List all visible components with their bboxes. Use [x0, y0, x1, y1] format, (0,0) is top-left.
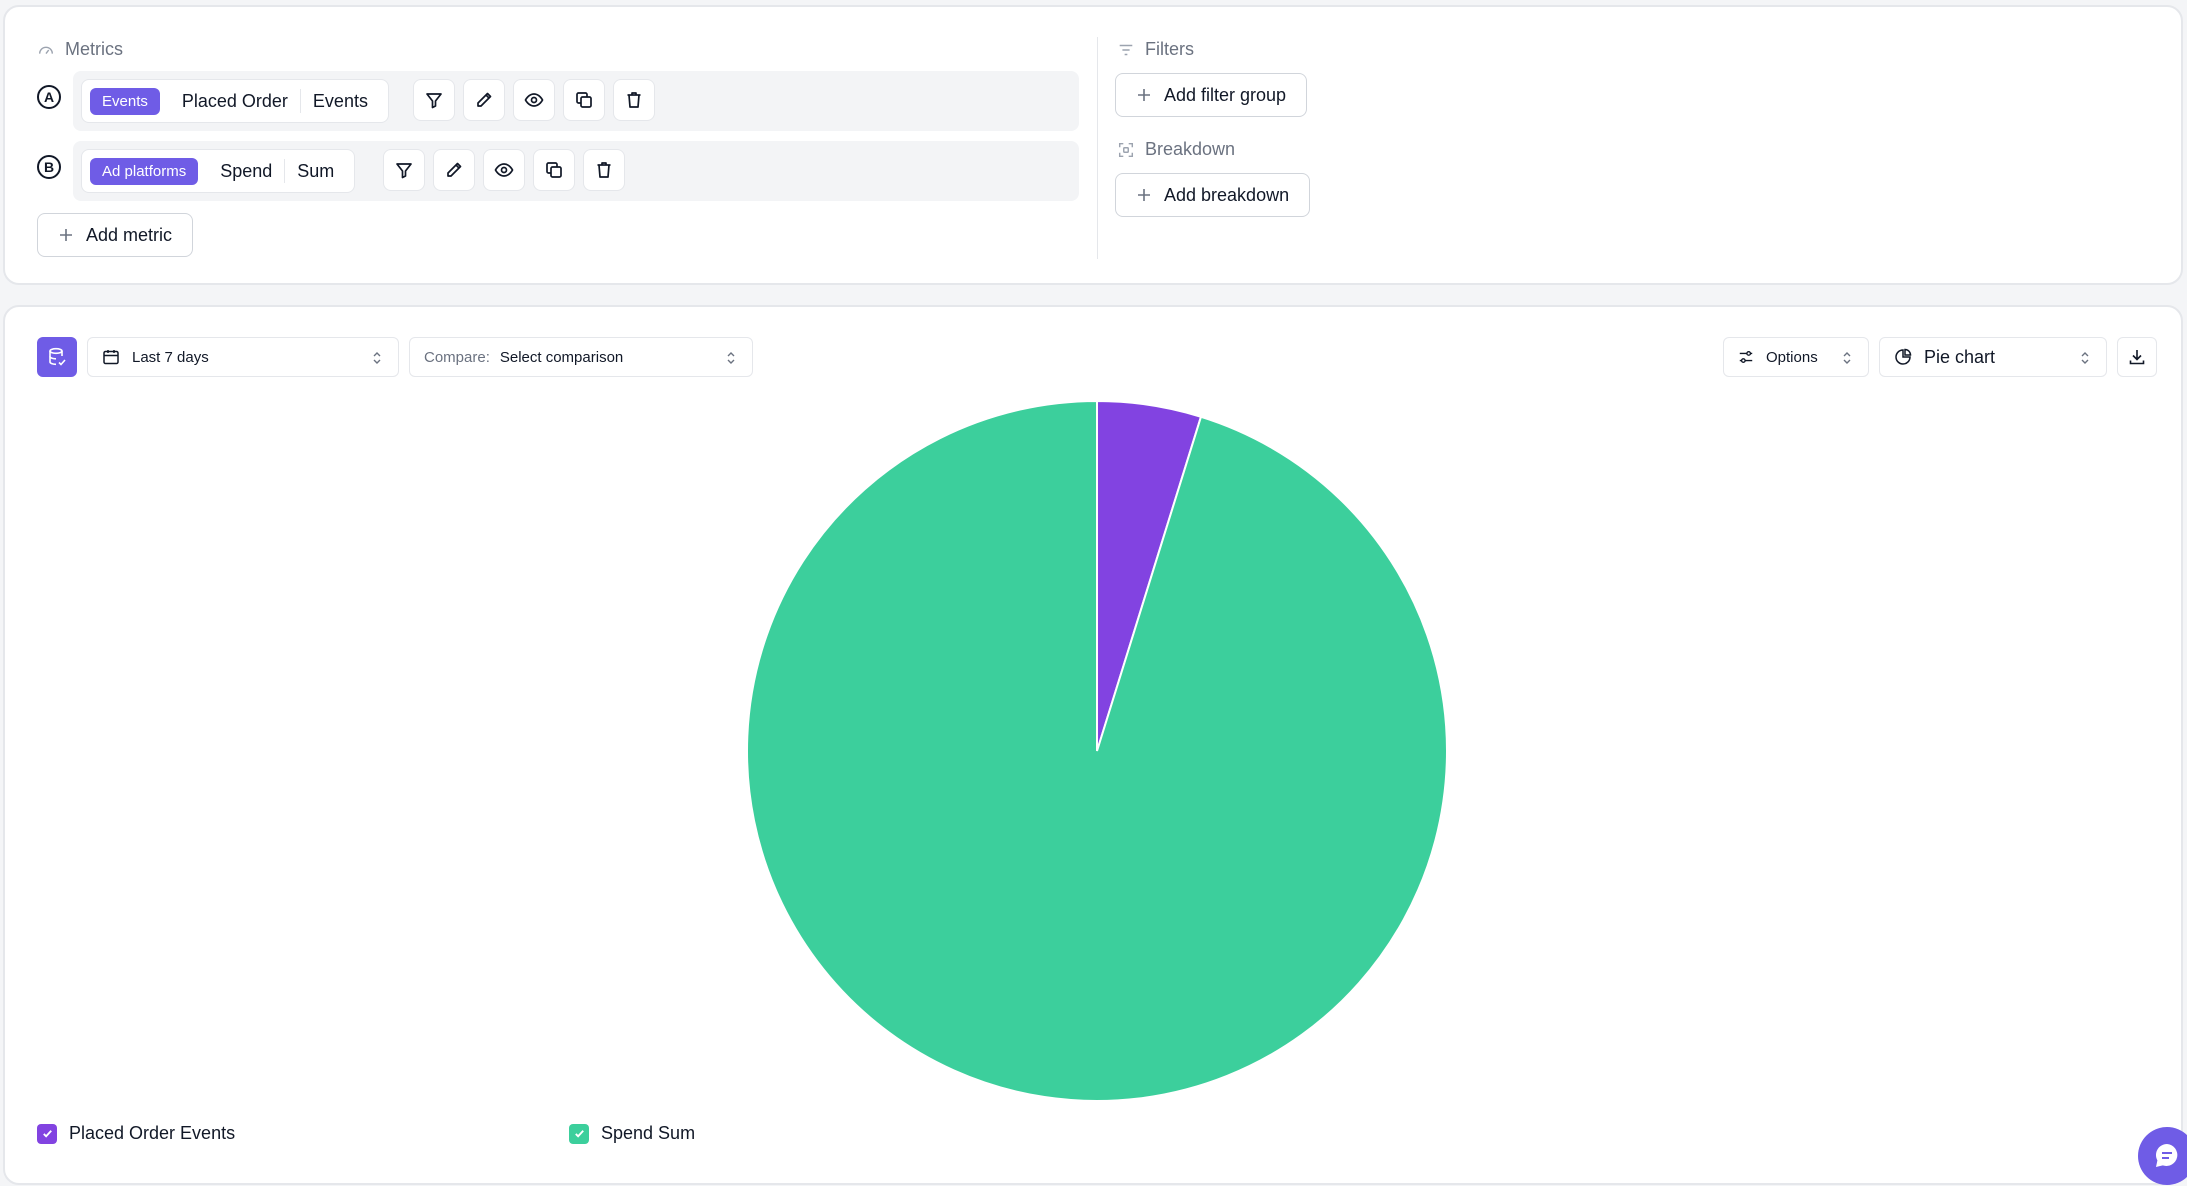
check-icon — [574, 1130, 584, 1138]
metric-letter-a: A — [37, 85, 61, 109]
data-source-button[interactable] — [37, 337, 77, 377]
eye-icon — [494, 163, 514, 177]
metric-name[interactable]: Placed Order — [170, 91, 300, 112]
chevron-updown-icon — [1843, 352, 1851, 364]
download-button[interactable] — [2117, 337, 2157, 377]
check-icon — [42, 1130, 52, 1138]
section-divider — [1097, 37, 1098, 259]
plus-icon — [1138, 89, 1150, 101]
metric-source-tag[interactable]: Events — [90, 87, 160, 115]
chevron-updown-icon — [727, 352, 735, 364]
chart-card: Last 7 days Compare: Select comparison O… — [3, 305, 2183, 1185]
query-builder-card: Metrics A Events Placed Order Events B A… — [3, 5, 2183, 285]
compare-select[interactable]: Compare: Select comparison — [409, 337, 753, 377]
filter-lines-icon — [1119, 44, 1133, 55]
legend-item-spend-sum[interactable]: Spend Sum — [569, 1123, 695, 1144]
pie-chart-icon — [1895, 348, 1912, 365]
chat-icon — [2155, 1144, 2178, 1167]
metric-aggregation[interactable]: Sum — [285, 161, 346, 182]
eye-icon — [524, 93, 544, 107]
options-select[interactable]: Options — [1723, 337, 1869, 377]
legend-checkbox[interactable] — [37, 1123, 57, 1144]
filter-icon — [396, 163, 412, 179]
plus-icon — [60, 229, 72, 241]
gauge-icon — [38, 46, 54, 54]
metric-letter-b: B — [37, 155, 61, 179]
metrics-section-label: Metrics — [37, 39, 123, 60]
add-filter-group-button[interactable]: Add filter group — [1115, 73, 1308, 117]
copy-icon — [576, 92, 592, 108]
metric-source-tag[interactable]: Ad platforms — [90, 157, 199, 185]
metric-delete-button[interactable] — [613, 79, 655, 121]
metric-selector-b[interactable]: Ad platforms Spend Sum — [81, 149, 356, 193]
date-range-select[interactable]: Last 7 days — [87, 337, 399, 377]
metric-row-b: Ad platforms Spend Sum — [73, 141, 1079, 201]
legend-checkbox[interactable] — [569, 1123, 589, 1144]
sliders-icon — [1739, 351, 1753, 363]
metric-name[interactable]: Spend — [208, 161, 284, 182]
metric-duplicate-button[interactable] — [563, 79, 605, 121]
metric-edit-button[interactable] — [463, 79, 505, 121]
legend-item-placed-order-events[interactable]: Placed Order Events — [37, 1123, 235, 1144]
pencil-icon — [477, 92, 492, 107]
pie-slice-spend-sum[interactable] — [746, 399, 1448, 1102]
metric-filter-button[interactable] — [383, 149, 425, 191]
filters-section-label: Filters — [1117, 39, 1194, 60]
breakdown-icon — [1118, 142, 1134, 157]
download-icon — [2129, 350, 2145, 365]
metric-filter-button[interactable] — [413, 79, 455, 121]
filter-icon — [426, 93, 442, 109]
add-breakdown-button[interactable]: Add breakdown — [1115, 173, 1311, 217]
chevron-updown-icon — [373, 352, 381, 364]
metric-visibility-button[interactable] — [483, 149, 525, 191]
pie-chart — [746, 399, 1448, 1102]
metric-aggregation[interactable]: Events — [301, 91, 380, 112]
pencil-icon — [447, 162, 462, 177]
metric-duplicate-button[interactable] — [533, 149, 575, 191]
metric-delete-button[interactable] — [583, 149, 625, 191]
plus-icon — [1138, 189, 1150, 201]
add-metric-button[interactable]: Add metric — [37, 213, 194, 257]
calendar-icon — [103, 350, 119, 365]
chevron-updown-icon — [2081, 352, 2089, 364]
trash-icon — [597, 162, 611, 178]
metric-edit-button[interactable] — [433, 149, 475, 191]
support-chat-button[interactable] — [2138, 1127, 2187, 1185]
metric-visibility-button[interactable] — [513, 79, 555, 121]
chart-type-select[interactable]: Pie chart — [1879, 337, 2107, 377]
copy-icon — [546, 162, 562, 178]
metric-selector-a[interactable]: Events Placed Order Events — [81, 79, 389, 123]
breakdown-section-label: Breakdown — [1117, 139, 1235, 160]
trash-icon — [627, 92, 641, 108]
metric-row-a: Events Placed Order Events — [73, 71, 1079, 131]
database-icon — [49, 347, 66, 366]
